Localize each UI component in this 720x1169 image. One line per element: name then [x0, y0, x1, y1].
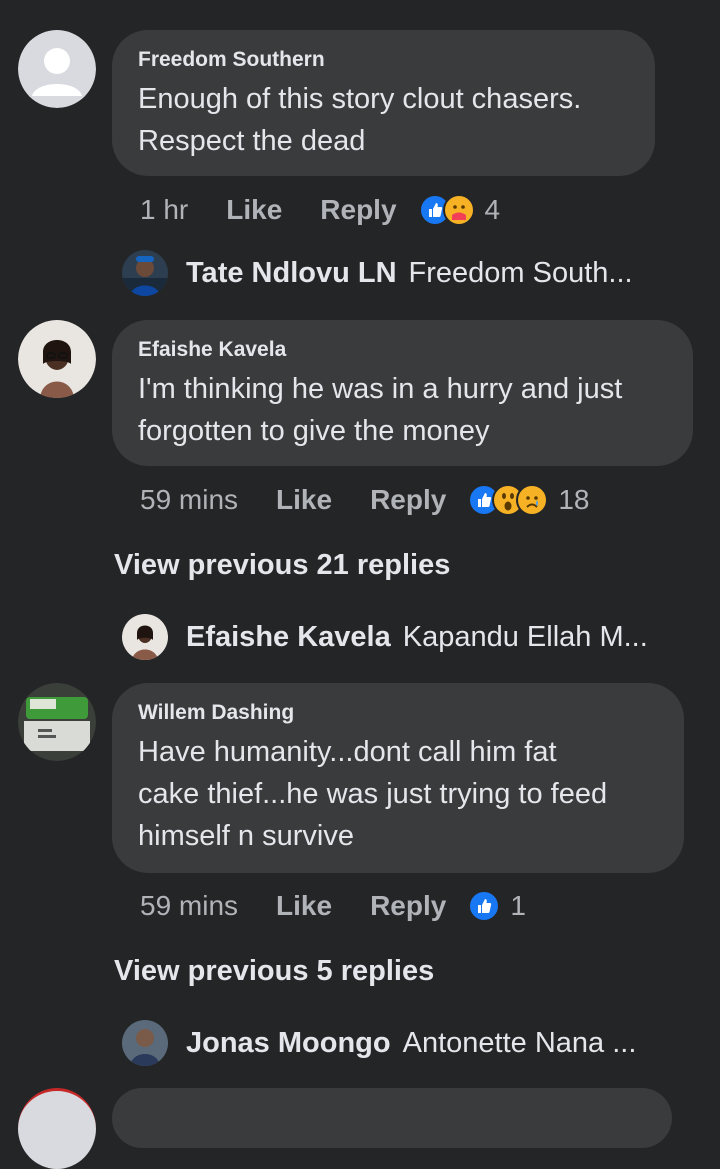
reaction-count: 1 — [510, 890, 526, 921]
reaction-summary[interactable]: 18 — [468, 484, 589, 516]
comment-text: cake thief...he was just trying to feed — [138, 778, 608, 810]
reply-button[interactable]: Reply — [320, 194, 396, 226]
comment-text: himself n survive — [138, 820, 354, 852]
comment-text: forgotten to give the money — [138, 415, 490, 447]
avatar — [122, 250, 168, 296]
reply-button[interactable]: Reply — [370, 890, 446, 922]
reply-author: Efaishe Kavela — [186, 620, 391, 653]
reply-text: Freedom South... — [408, 256, 633, 289]
avatar — [122, 614, 168, 660]
comment-time[interactable]: 1 hr — [140, 194, 188, 226]
reply-preview[interactable]: Efaishe Kavela Kapandu Ellah M... — [122, 614, 648, 660]
comment-author[interactable]: Willem Dashing — [138, 701, 658, 725]
comment-text: Respect the dead — [138, 125, 366, 157]
comment-text: I'm thinking he was in a hurry and just — [138, 373, 623, 405]
comment-time[interactable]: 59 mins — [140, 890, 238, 922]
reply-text: Kapandu Ellah M... — [402, 620, 648, 653]
comment-bubble — [112, 1088, 672, 1148]
reaction-count: 4 — [484, 194, 501, 225]
default-profile-icon — [18, 30, 96, 108]
comment-actions: 59 mins Like Reply 18 — [140, 484, 589, 516]
sad-emoji-icon — [516, 484, 549, 516]
reaction-summary[interactable]: 1 — [468, 890, 526, 922]
comment-text: Have humanity...dont call him fat — [138, 736, 557, 768]
reply-text: Antonette Nana ... — [402, 1026, 637, 1059]
comment-actions: 59 mins Like Reply 1 — [140, 890, 526, 922]
reaction-count: 18 — [558, 484, 590, 515]
comment-time[interactable]: 59 mins — [140, 484, 238, 516]
reaction-summary[interactable]: 4 — [418, 194, 501, 226]
reply-button[interactable]: Reply — [370, 484, 446, 516]
comment-author[interactable]: Efaishe Kavela — [138, 338, 667, 362]
view-previous-replies-link[interactable]: View previous 21 replies — [114, 549, 450, 582]
avatar[interactable] — [18, 320, 96, 398]
comment-bubble: Willem Dashing Have humanity...dont call… — [112, 683, 684, 873]
view-previous-replies-link[interactable]: View previous 5 replies — [114, 955, 434, 988]
comment-bubble: Efaishe Kavela I'm thinking he was in a … — [112, 320, 693, 466]
like-button[interactable]: Like — [276, 484, 332, 516]
avatar[interactable] — [18, 1088, 96, 1169]
avatar — [122, 1020, 168, 1066]
reply-preview[interactable]: Jonas Moongo Antonette Nana ... — [122, 1020, 636, 1066]
like-button[interactable]: Like — [226, 194, 282, 226]
comment-actions: 1 hr Like Reply 4 — [140, 194, 500, 226]
care-emoji-icon — [442, 194, 475, 226]
like-button[interactable]: Like — [276, 890, 332, 922]
comment-bubble: Freedom Southern Enough of this story cl… — [112, 30, 655, 176]
reply-author: Jonas Moongo — [186, 1026, 391, 1059]
comment-text: Enough of this story clout chasers. — [138, 83, 582, 115]
thumbs-up-icon — [468, 890, 501, 922]
avatar[interactable] — [18, 683, 96, 761]
comment-author[interactable]: Freedom Southern — [138, 48, 629, 72]
reply-preview[interactable]: Tate Ndlovu LN Freedom South... — [122, 250, 633, 296]
avatar-default[interactable] — [18, 30, 96, 108]
reply-author: Tate Ndlovu LN — [186, 256, 397, 289]
